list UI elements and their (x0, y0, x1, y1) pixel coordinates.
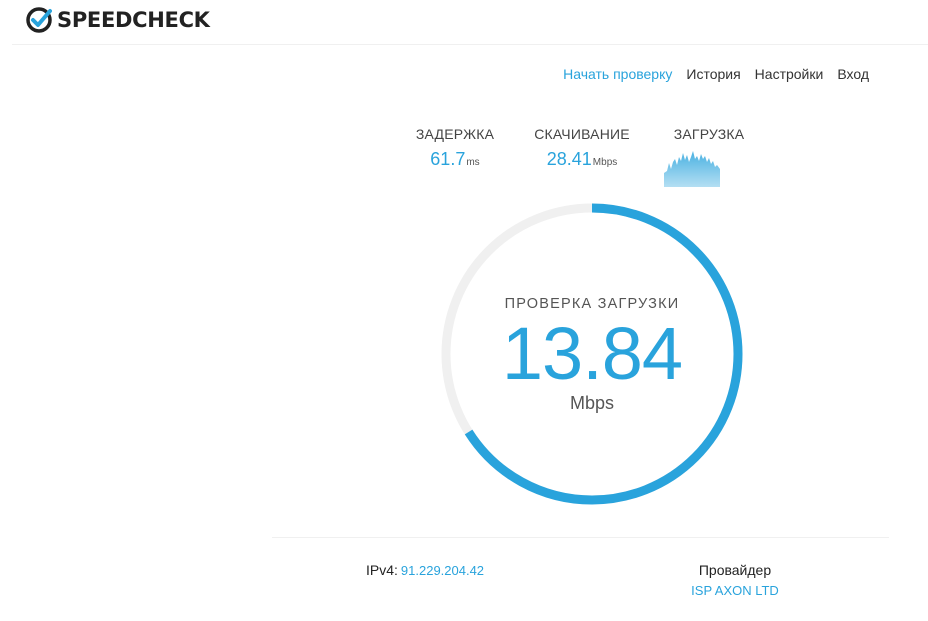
nav-start-test[interactable]: Начать проверку (563, 66, 672, 82)
latency-label: ЗАДЕРЖКА (415, 126, 495, 142)
download-label: СКАЧИВАНИЕ (534, 126, 630, 142)
gauge-speed-value: 13.84 (501, 312, 683, 395)
isp-info: Провайдер ISP AXON LTD (671, 562, 799, 598)
isp-label: Провайдер (698, 562, 772, 578)
nav-login[interactable]: Вход (837, 66, 869, 82)
upload-stat: ЗАГРУЗКА (671, 126, 747, 142)
nav-history[interactable]: История (686, 66, 740, 82)
gauge-unit: Mbps (569, 393, 614, 413)
ip-label: IPv4: (366, 562, 398, 578)
ip-info: IPv4: 91.229.204.42 (366, 562, 484, 578)
download-value: 28.41 (546, 149, 592, 169)
latency-value-row: 61.7ms (412, 149, 498, 170)
logo[interactable]: SPEEDCHECK (26, 6, 210, 34)
download-stat: СКАЧИВАНИЕ 28.41Mbps (530, 126, 634, 170)
download-unit: Mbps (592, 157, 618, 168)
upload-sparkline (664, 151, 720, 187)
main-nav: Начать проверку История Настройки Вход (549, 66, 869, 82)
ip-value: 91.229.204.42 (400, 563, 485, 578)
checkmark-circle-icon (26, 7, 52, 33)
upload-label: ЗАГРУЗКА (673, 126, 745, 142)
brand-name: SPEEDCHECK (57, 8, 210, 32)
download-value-row: 28.41Mbps (530, 149, 634, 170)
latency-stat: ЗАДЕРЖКА 61.7ms (412, 126, 498, 170)
latency-unit: ms (466, 157, 480, 168)
header-divider (12, 44, 928, 45)
gauge-title: ПРОВЕРКА ЗАГРУЗКИ (504, 296, 680, 312)
footer-divider (272, 537, 889, 538)
latency-value: 61.7 (430, 149, 466, 169)
isp-name-link[interactable]: ISP AXON LTD (671, 583, 799, 598)
nav-settings[interactable]: Настройки (755, 66, 824, 82)
